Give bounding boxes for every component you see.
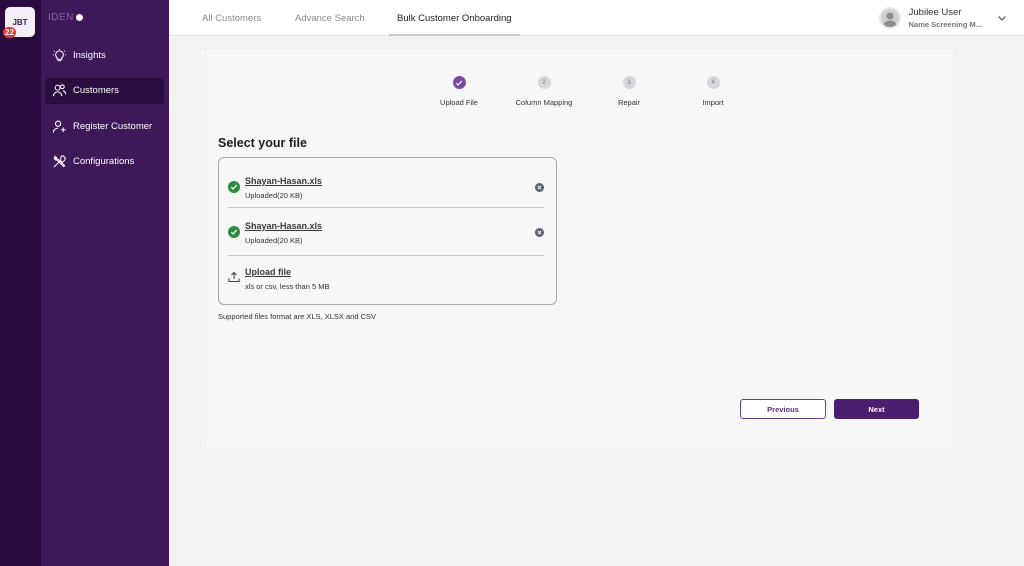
supported-formats-text: Supported files format are XLS, XLSX and… bbox=[218, 312, 377, 321]
step-label: Upload File bbox=[440, 98, 478, 107]
next-button[interactable]: Next bbox=[834, 399, 919, 419]
step-check-icon bbox=[452, 76, 466, 89]
app-tile-label: JBT bbox=[12, 17, 28, 27]
sidebar-item-label: Insights bbox=[73, 49, 106, 61]
success-check-icon bbox=[228, 181, 240, 193]
sidebar-item-label: Customers bbox=[73, 85, 119, 96]
success-check-icon bbox=[228, 226, 240, 238]
brand-text: IDEN bbox=[48, 12, 74, 23]
tab-advance-search[interactable]: Advance Search bbox=[295, 0, 365, 36]
top-header: All Customers Advance Search Bulk Custom… bbox=[169, 0, 1024, 36]
onboarding-card: Upload File 2 Column Mapping 3 Repair 4 … bbox=[201, 50, 953, 448]
sidebar-item-register-customer[interactable]: Register Customer bbox=[45, 113, 164, 139]
step-column-mapping: 2 Column Mapping bbox=[504, 76, 584, 107]
brand-logo: IDEN bbox=[48, 12, 83, 23]
step-label: Repair bbox=[617, 98, 641, 107]
user-menu[interactable]: Jubilee User Name Screening M... bbox=[878, 5, 1010, 31]
file-name-link[interactable]: Shayan-Hasan.xls bbox=[245, 221, 322, 231]
step-upload-file: Upload File bbox=[419, 76, 499, 107]
step-import: 4 Import bbox=[673, 76, 753, 107]
user-add-icon bbox=[51, 118, 67, 134]
file-list: Shayan-Hasan.xls Uploaded(20 KB) Shayan-… bbox=[218, 157, 557, 305]
upload-hint: xls or csv, less than 5 MB bbox=[245, 282, 330, 291]
notification-badge: 22 bbox=[3, 27, 16, 38]
step-number: 4 bbox=[706, 76, 720, 89]
sidebar-item-label: Configurations bbox=[73, 156, 135, 167]
file-status: Uploaded(20 KB) bbox=[245, 191, 303, 200]
step-number: 2 bbox=[537, 76, 551, 89]
chevron-down-icon[interactable] bbox=[994, 10, 1010, 26]
user-name: Jubilee User bbox=[908, 7, 962, 18]
step-label: Import bbox=[702, 98, 724, 107]
file-status: Uploaded(20 KB) bbox=[245, 236, 303, 245]
avatar bbox=[878, 7, 901, 29]
section-title: Select your file bbox=[218, 136, 307, 150]
sidebar-item-customers[interactable]: Customers bbox=[45, 77, 164, 104]
remove-file-icon[interactable] bbox=[535, 228, 544, 237]
upload-icon bbox=[228, 270, 240, 283]
app-rail: JBT 22 bbox=[0, 0, 41, 566]
upload-file-row[interactable]: Upload file xls or csv, less than 5 MB bbox=[228, 259, 544, 299]
file-name-link[interactable]: Shayan-Hasan.xls bbox=[245, 176, 322, 186]
remove-file-icon[interactable] bbox=[535, 183, 544, 192]
user-info: Jubilee User Name Screening M... bbox=[909, 7, 982, 29]
brand-dot-icon bbox=[75, 14, 83, 21]
list-item: Shayan-Hasan.xls Uploaded(20 KB) bbox=[228, 213, 544, 256]
sidebar-nav: Insights Customers Register Customer Con… bbox=[45, 42, 164, 184]
tools-icon bbox=[51, 154, 67, 170]
sidebar: IDEN Insights Customers Register Custome… bbox=[41, 0, 169, 566]
list-item: Shayan-Hasan.xls Uploaded(20 KB) bbox=[228, 168, 544, 208]
sidebar-item-insights[interactable]: Insights bbox=[45, 42, 164, 68]
sidebar-item-configurations[interactable]: Configurations bbox=[45, 149, 164, 175]
step-repair: 3 Repair bbox=[589, 76, 669, 107]
lightbulb-icon bbox=[51, 47, 67, 63]
sidebar-item-label: Register Customer bbox=[73, 120, 153, 132]
upload-file-link[interactable]: Upload file bbox=[245, 267, 291, 277]
previous-button[interactable]: Previous bbox=[740, 399, 826, 419]
step-number: 3 bbox=[622, 76, 636, 89]
user-role: Name Screening M... bbox=[908, 20, 982, 29]
tab-all-customers[interactable]: All Customers bbox=[202, 0, 261, 36]
users-icon bbox=[51, 83, 67, 99]
tab-bulk-customer-onboarding[interactable]: Bulk Customer Onboarding bbox=[389, 0, 520, 36]
step-label: Column Mapping bbox=[515, 98, 573, 107]
